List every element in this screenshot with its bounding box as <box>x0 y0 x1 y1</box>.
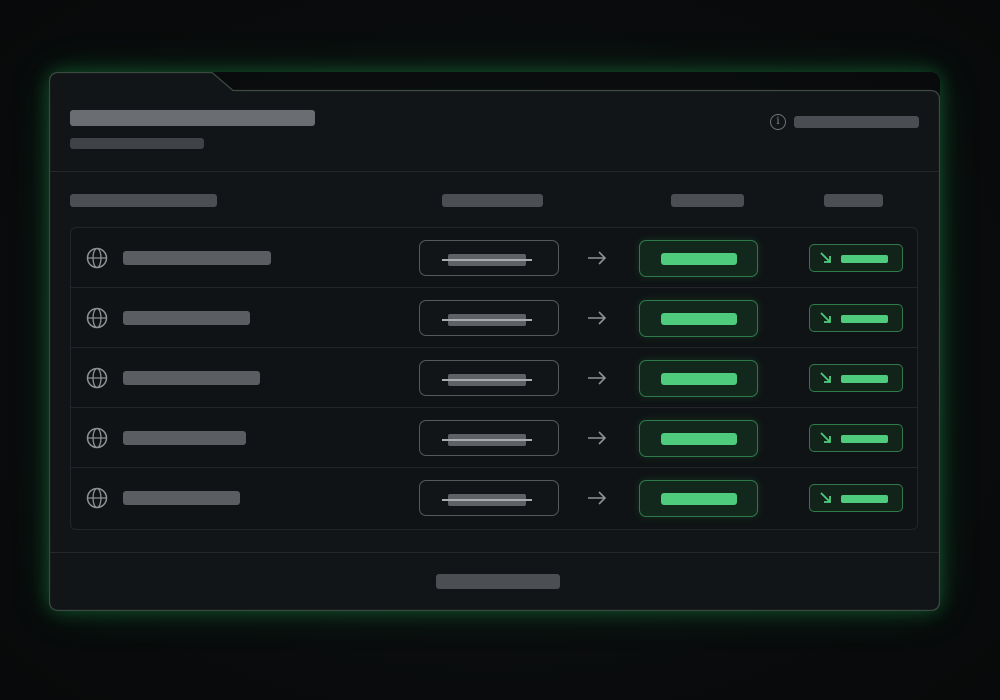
column-header-old-value[interactable] <box>442 194 543 207</box>
new-value-placeholder <box>661 313 737 325</box>
records-table <box>70 227 918 530</box>
domain-placeholder <box>123 311 250 325</box>
strikethrough-line <box>442 379 532 381</box>
globe-icon <box>86 307 108 329</box>
table-row[interactable] <box>71 288 917 348</box>
header-divider <box>50 171 939 172</box>
table-row[interactable] <box>71 348 917 408</box>
domain-placeholder <box>123 251 271 265</box>
new-value-placeholder <box>661 253 737 265</box>
globe-icon <box>86 487 108 509</box>
change-badge <box>809 304 903 332</box>
footer-action-button[interactable] <box>436 574 560 589</box>
change-value-placeholder <box>841 375 888 383</box>
page-title-placeholder <box>70 110 315 126</box>
info-icon[interactable]: i <box>770 114 786 130</box>
table-row[interactable] <box>71 408 917 468</box>
new-value-field[interactable] <box>639 240 758 277</box>
trend-down-icon <box>820 492 831 503</box>
globe-icon <box>86 427 108 449</box>
old-value-field <box>419 300 559 336</box>
page-subtitle-placeholder <box>70 138 204 149</box>
old-value-field <box>419 480 559 516</box>
folder-window: i <box>49 72 940 611</box>
new-value-placeholder <box>661 373 737 385</box>
arrow-right-icon <box>588 371 607 385</box>
arrow-right-icon <box>588 431 607 445</box>
domain-placeholder <box>123 431 246 445</box>
change-badge <box>809 424 903 452</box>
column-header-new-value[interactable] <box>671 194 744 207</box>
trend-down-icon <box>820 432 831 443</box>
strikethrough-line <box>442 259 532 261</box>
table-row[interactable] <box>71 468 917 528</box>
trend-down-icon <box>820 252 831 263</box>
change-badge <box>809 244 903 272</box>
new-value-placeholder <box>661 493 737 505</box>
change-value-placeholder <box>841 315 888 323</box>
table-row[interactable] <box>71 228 917 288</box>
arrow-right-icon <box>588 491 607 505</box>
info-group[interactable]: i <box>770 114 919 130</box>
globe-icon <box>86 367 108 389</box>
change-value-placeholder <box>841 495 888 503</box>
change-value-placeholder <box>841 435 888 443</box>
old-value-field <box>419 240 559 276</box>
new-value-field[interactable] <box>639 420 758 457</box>
new-value-placeholder <box>661 433 737 445</box>
arrow-right-icon <box>588 311 607 325</box>
arrow-right-icon <box>588 251 607 265</box>
strikethrough-line <box>442 319 532 321</box>
domain-placeholder <box>123 371 260 385</box>
change-value-placeholder <box>841 255 888 263</box>
trend-down-icon <box>820 312 831 323</box>
new-value-field[interactable] <box>639 360 758 397</box>
change-badge <box>809 484 903 512</box>
column-header-change[interactable] <box>824 194 883 207</box>
column-header-domain[interactable] <box>70 194 217 207</box>
strikethrough-line <box>442 499 532 501</box>
new-value-field[interactable] <box>639 480 758 517</box>
footer-divider <box>50 552 939 553</box>
old-value-field <box>419 420 559 456</box>
change-badge <box>809 364 903 392</box>
globe-icon <box>86 247 108 269</box>
strikethrough-line <box>442 439 532 441</box>
trend-down-icon <box>820 372 831 383</box>
domain-placeholder <box>123 491 240 505</box>
info-text-placeholder <box>794 116 919 128</box>
new-value-field[interactable] <box>639 300 758 337</box>
old-value-field <box>419 360 559 396</box>
